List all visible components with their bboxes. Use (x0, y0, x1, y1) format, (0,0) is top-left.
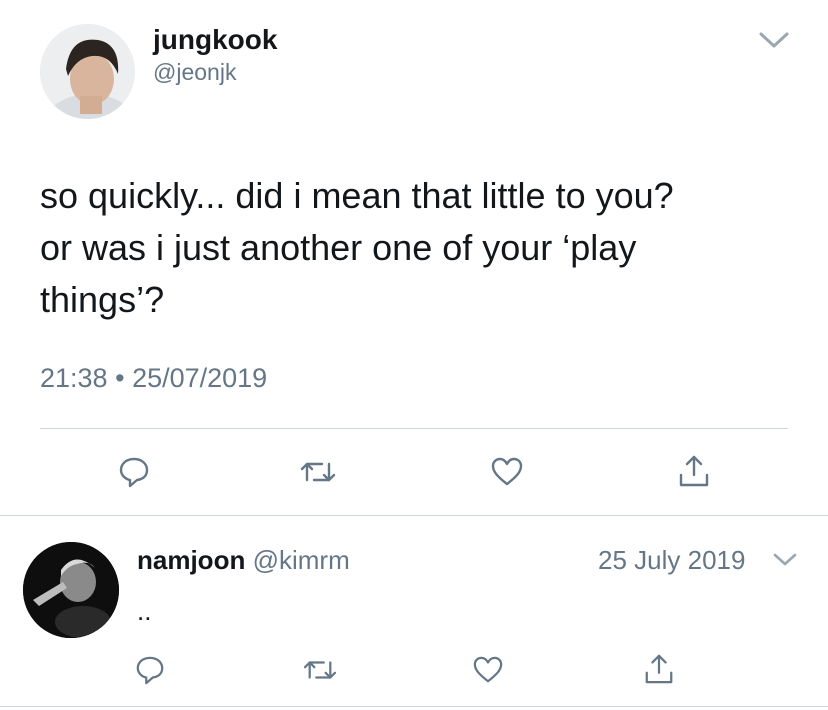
like-icon[interactable] (472, 655, 504, 685)
tweet-date: 25/07/2019 (132, 363, 268, 393)
share-icon[interactable] (643, 652, 675, 686)
tweet-text-line: so quickly... did i mean that little to … (40, 175, 674, 216)
tweet-text-line: things’? (40, 279, 165, 320)
display-name[interactable]: namjoon (137, 545, 245, 575)
share-icon[interactable] (677, 453, 711, 489)
timestamp-separator: • (115, 363, 125, 393)
divider (40, 428, 788, 429)
retweet-icon[interactable] (298, 456, 338, 488)
tweet-text: so quickly... did i mean that little to … (40, 170, 800, 326)
display-name[interactable]: jungkook (153, 24, 277, 56)
chevron-down-icon[interactable] (758, 30, 790, 50)
timestamp[interactable]: 21:38 • 25/07/2019 (40, 362, 267, 394)
tweet-text-line: or was i just another one of your ‘play (40, 227, 637, 268)
avatar[interactable] (40, 24, 135, 119)
chevron-down-icon[interactable] (772, 552, 798, 568)
avatar[interactable] (23, 542, 119, 638)
reply-header: namjoon @kimrm (137, 545, 350, 575)
tweet-separator (0, 515, 828, 516)
like-icon[interactable] (490, 456, 524, 488)
tweet-text: .. (137, 596, 152, 626)
retweet-icon[interactable] (301, 655, 339, 685)
tweet-time: 21:38 (40, 363, 108, 393)
handle[interactable]: @jeonjk (153, 58, 236, 86)
reply-icon[interactable] (117, 456, 151, 488)
reply-date[interactable]: 25 July 2019 (598, 545, 745, 575)
reply-icon[interactable] (134, 655, 166, 685)
bottom-divider (0, 706, 828, 707)
handle[interactable]: @kimrm (253, 545, 350, 575)
